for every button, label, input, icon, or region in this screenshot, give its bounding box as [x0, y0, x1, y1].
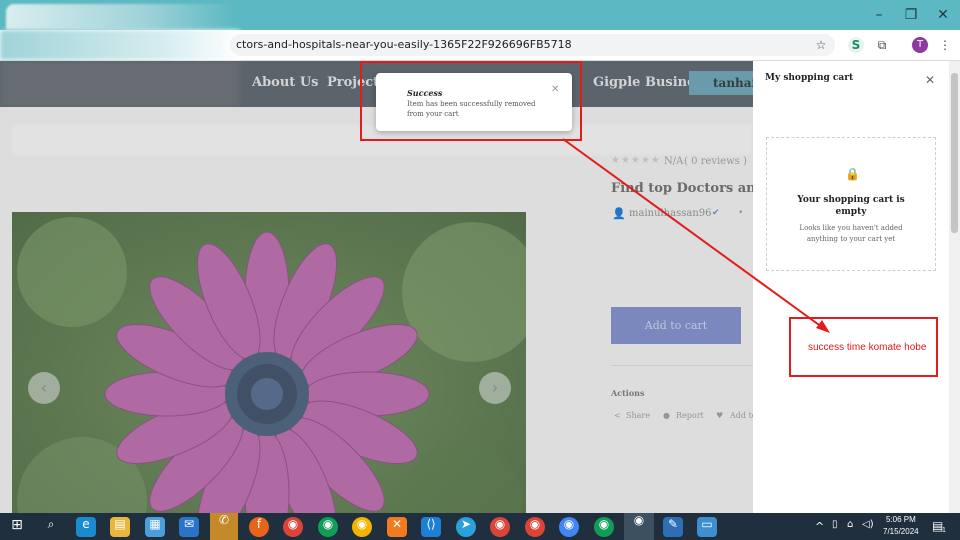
network-icon[interactable]: ⌂ [847, 519, 853, 530]
chrome-profile-icon[interactable]: ◉ [352, 517, 372, 537]
chrome-profile-icon[interactable]: ◉ [559, 517, 579, 537]
chrome-profile-icon[interactable]: ◉ [594, 517, 614, 537]
windows-taskbar: ⊞ ⌕ e ▤ ▦ ✉ ✆ f ◉ ◉ ◉ ✕ ⟨⟩ ➤ ◉ ◉ ◉ ◉ ◉ ✎… [0, 513, 960, 540]
annotation-arrow [562, 138, 830, 333]
chrome-active-icon[interactable]: ◉ [624, 513, 654, 540]
file-explorer-icon[interactable]: ▤ [110, 517, 130, 537]
paint-icon[interactable]: ✎ [663, 517, 683, 537]
edge-icon[interactable]: e [76, 517, 96, 537]
mail-icon[interactable]: ✉ [179, 517, 199, 537]
start-windows-icon[interactable]: ⊞ [7, 517, 27, 537]
store-icon[interactable]: ▦ [145, 517, 165, 537]
battery-icon[interactable]: ▯ [832, 519, 838, 530]
volume-icon[interactable]: ◁) [862, 519, 874, 530]
chrome-profile-icon[interactable]: ◉ [318, 517, 338, 537]
remote-desktop-icon[interactable]: ▭ [697, 517, 717, 537]
clock-time[interactable]: 5:06 PM [886, 515, 916, 524]
clock-date[interactable]: 7/15/2024 [883, 527, 919, 536]
notification-count: 1 [942, 527, 946, 534]
chrome-icon[interactable]: ◉ [283, 517, 303, 537]
telegram-icon[interactable]: ➤ [456, 517, 476, 537]
chrome-profile-icon[interactable]: ◉ [525, 517, 545, 537]
search-icon[interactable]: ⌕ [41, 517, 61, 537]
xampp-icon[interactable]: ✕ [387, 517, 407, 537]
firefox-icon[interactable]: f [249, 517, 269, 537]
tray-chevron-icon[interactable]: ^ [815, 520, 824, 533]
vscode-icon[interactable]: ⟨⟩ [421, 517, 441, 537]
whatsapp-icon[interactable]: ✆ [210, 513, 238, 540]
chrome-profile-icon[interactable]: ◉ [490, 517, 510, 537]
